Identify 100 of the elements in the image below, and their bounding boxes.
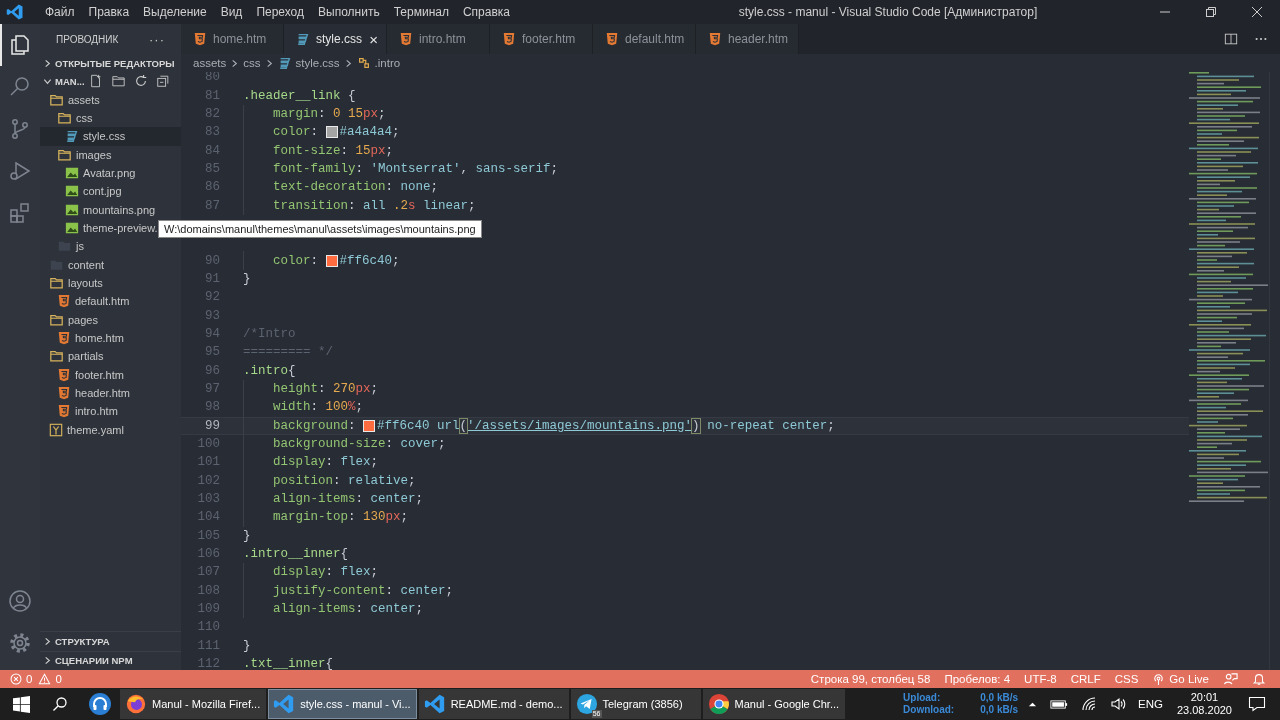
breadcrumb-item[interactable]: .intro [356,56,401,70]
run-debug-icon [8,159,32,183]
image-icon [65,166,79,181]
line-number: 112 [196,657,220,670]
menu-item[interactable]: Вид [213,5,250,19]
html-file-icon [57,367,71,382]
vscode-icon [273,693,296,715]
browser-icon [707,693,730,715]
line-number: 82 [204,106,220,121]
taskbar-button[interactable]: Manul - Mozilla Firef... [120,689,267,719]
line-number: 106 [196,547,220,562]
tree-item[interactable]: home.htm [40,328,181,348]
new-file-icon[interactable] [88,74,103,89]
section-header[interactable]: СТРУКТУРА [40,635,110,647]
section-header[interactable]: MAN... [40,76,85,87]
battery-icon[interactable] [1050,698,1068,710]
line-number: 80 [204,72,220,85]
line-number: 81 [204,88,220,103]
menu-item[interactable]: Справка [455,5,517,19]
more-actions-button[interactable]: ··· [149,31,165,47]
close-icon[interactable] [1251,6,1263,18]
code-text: } [243,528,251,543]
css-file-icon [277,56,292,70]
editor-tab[interactable]: style.css × [284,24,387,54]
download-speed: 0,0 kB/s [980,704,1018,716]
color-swatch[interactable] [363,419,376,432]
restore-icon[interactable] [1205,6,1217,18]
color-swatch[interactable] [325,254,338,267]
tree-item[interactable]: css [40,109,181,128]
tree-item[interactable]: assets [40,90,181,109]
section-header[interactable]: СЦЕНАРИИ NPM [40,655,133,667]
tree-item[interactable]: header.htm [40,383,181,403]
breadcrumb-item[interactable]: assets [193,57,227,69]
line-number: 104 [196,510,220,525]
editor-tab[interactable]: home.htm [181,24,284,54]
tree-item[interactable]: default.htm [40,292,181,311]
code-text: } [243,638,251,653]
wifi-icon[interactable] [1081,696,1097,712]
upload-label: Upload: [903,692,942,704]
menu-item[interactable]: Файл [38,5,82,19]
line-number: 107 [196,565,220,580]
tree-item[interactable]: theme.yaml [40,420,181,439]
breadcrumb-item[interactable]: style.css [277,56,340,70]
refresh-icon[interactable] [133,74,148,89]
tree-item[interactable]: style.css [40,127,181,146]
bell-icon[interactable] [1252,672,1266,686]
editor-tab[interactable]: intro.htm [387,24,490,54]
extensions-icon [8,201,32,225]
language-indicator[interactable]: ENG [1138,698,1163,710]
line-number: 111 [196,638,220,653]
editor-tab[interactable]: default.htm [593,24,696,54]
image-icon [65,221,79,236]
tree-item[interactable]: layouts [40,273,181,293]
breadcrumb-item[interactable]: css [243,57,261,69]
line-number: 91 [204,271,220,286]
close-tab-button[interactable]: × [369,30,378,48]
tree-item[interactable]: mountains.png [40,200,181,219]
tree-item[interactable]: images [40,145,181,164]
symbol-icon [356,56,371,70]
line-number: 102 [196,473,220,488]
windows-start-icon[interactable] [13,695,30,713]
section-header[interactable]: ОТКРЫТЫЕ РЕДАКТОРЫ [40,57,175,69]
tree-item[interactable]: partials [40,347,181,366]
search-icon[interactable] [52,696,68,712]
new-folder-icon[interactable] [110,74,126,89]
volume-icon[interactable] [1110,696,1126,712]
code-text: #ff6c40; [339,253,400,268]
broadcast-icon [1152,672,1166,686]
feedback-icon[interactable] [1223,671,1238,687]
menu-item[interactable]: Выполнить [311,5,387,19]
vscode-icon [423,693,446,715]
collapse-all-icon[interactable] [155,74,170,89]
tree-item[interactable]: intro.htm [40,402,181,421]
tree-item[interactable]: content [40,255,181,274]
tree-item[interactable]: js [40,237,181,256]
tree-item[interactable]: footer.htm [40,365,181,384]
tree-item[interactable]: pages [40,310,181,329]
taskbar-button[interactable]: Manul - Google Chr... [702,689,846,719]
color-swatch[interactable] [325,126,338,139]
split-editor-icon[interactable] [1224,32,1238,46]
headphones-app-icon[interactable] [88,692,112,716]
editor-tab[interactable]: header.htm [696,24,799,54]
html-file-icon [57,294,71,309]
folder-icon [49,349,64,364]
menu-item[interactable]: Терминал [386,5,456,19]
taskbar-button[interactable]: README.md - demo... [418,689,569,719]
menu-item[interactable]: Правка [81,5,137,19]
notifications-icon[interactable] [1248,696,1266,712]
code-text: #ff6c40 url('/assets/images/mountains.png') no-repeat center; [377,418,835,433]
tree-item[interactable]: Avatar.png [40,163,181,183]
tree-item[interactable]: cont.jpg [40,182,181,201]
code-text: display: flex; [273,455,379,470]
menu-item[interactable]: Выделение [136,5,214,19]
download-label: Download: [903,704,955,716]
settings-icon [8,631,32,655]
upload-speed: 0,0 kB/s [980,692,1018,704]
editor-tab[interactable]: footer.htm [490,24,593,54]
taskbar-button[interactable]: style.css - manul - Vi... [268,689,417,719]
menu-item[interactable]: Переход [249,5,312,19]
panel-title: ПРОВОДНИК [56,33,119,45]
